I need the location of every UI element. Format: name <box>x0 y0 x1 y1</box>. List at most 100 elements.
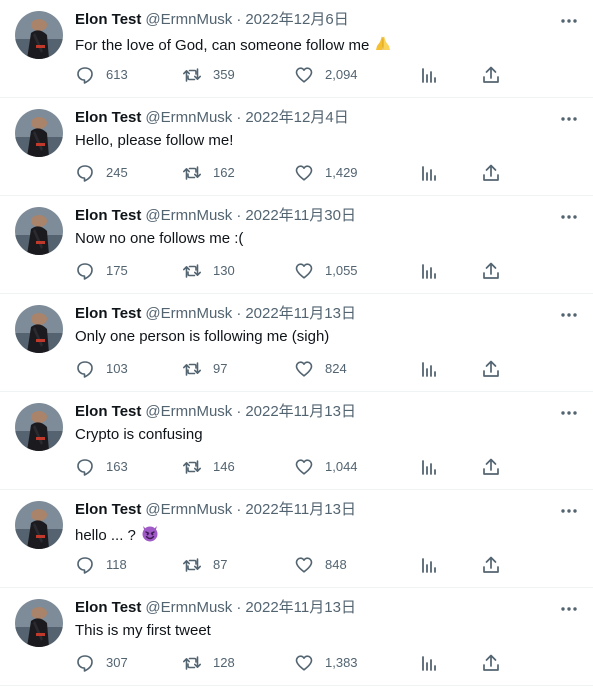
tweet-text-content: Only one person is following me (sigh) <box>75 328 330 345</box>
avatar[interactable] <box>15 403 63 451</box>
author-name[interactable]: Elon Test <box>75 109 141 126</box>
retweet-button[interactable]: 359 <box>182 64 235 86</box>
more-options-icon[interactable] <box>559 207 579 227</box>
tweet-actions: 245 162 1,429 <box>75 162 505 184</box>
author-name[interactable]: Elon Test <box>75 403 141 420</box>
retweet-button[interactable]: 97 <box>182 358 227 380</box>
like-button[interactable]: 1,044 <box>294 456 358 478</box>
share-button[interactable] <box>481 652 501 674</box>
more-options-icon[interactable] <box>559 599 579 619</box>
tweet[interactable]: Elon Test @ErmnMusk · 2022年11月30日 Now no on… <box>0 196 593 294</box>
tweet[interactable]: Elon Test @ErmnMusk · 2022年11月13日 This is m… <box>0 588 593 686</box>
author-handle[interactable]: @ErmnMusk <box>145 403 232 420</box>
author-handle[interactable]: @ErmnMusk <box>145 599 232 616</box>
author-handle[interactable]: @ErmnMusk <box>145 109 232 126</box>
tweet[interactable]: Elon Test @ErmnMusk · 2022年12月6日 For the lo… <box>0 0 593 98</box>
more-options-icon[interactable] <box>559 305 579 325</box>
separator-dot: · <box>236 109 242 126</box>
like-button[interactable]: 1,055 <box>294 260 358 282</box>
heart-icon <box>295 361 313 377</box>
tweet[interactable]: Elon Test @ErmnMusk · 2022年12月4日 Hello, ple… <box>0 98 593 196</box>
retweet-icon <box>183 362 201 376</box>
author-handle[interactable]: @ErmnMusk <box>145 305 232 322</box>
share-icon <box>483 66 499 83</box>
heart-icon <box>295 557 313 573</box>
author-name[interactable]: Elon Test <box>75 305 141 322</box>
views-button[interactable] <box>419 260 439 282</box>
views-button[interactable] <box>419 554 439 576</box>
share-button[interactable] <box>481 358 501 380</box>
retweet-count: 87 <box>213 557 228 572</box>
tweet-text-content: hello ... ? <box>75 527 136 544</box>
retweet-button[interactable]: 87 <box>182 554 227 576</box>
reply-button[interactable]: 103 <box>75 358 128 380</box>
tweet-text: Now no one follows me :( <box>75 229 243 249</box>
like-button[interactable]: 824 <box>294 358 347 380</box>
tweet-date[interactable]: 2022年11月13日 <box>245 305 356 322</box>
more-options-icon[interactable] <box>559 11 579 31</box>
avatar[interactable] <box>15 207 63 255</box>
like-count: 1,429 <box>325 165 358 180</box>
tweet-date[interactable]: 2022年12月6日 <box>245 11 348 28</box>
like-count: 1,044 <box>325 459 358 474</box>
share-button[interactable] <box>481 456 501 478</box>
views-button[interactable] <box>419 652 439 674</box>
tweet-date[interactable]: 2022年11月13日 <box>245 599 356 616</box>
tweet-date[interactable]: 2022年11月13日 <box>245 403 356 420</box>
retweet-button[interactable]: 128 <box>182 652 235 674</box>
reply-count: 103 <box>106 361 128 376</box>
views-button[interactable] <box>419 358 439 380</box>
tweet-header: Elon Test @ErmnMusk · 2022年12月6日 <box>75 10 349 30</box>
retweet-button[interactable]: 162 <box>182 162 235 184</box>
reply-button[interactable]: 245 <box>75 162 128 184</box>
like-count: 1,383 <box>325 655 358 670</box>
tweet[interactable]: Elon Test @ErmnMusk · 2022年11月13日 Only one … <box>0 294 593 392</box>
retweet-button[interactable]: 130 <box>182 260 235 282</box>
avatar[interactable] <box>15 11 63 59</box>
reply-button[interactable]: 118 <box>75 554 127 576</box>
share-button[interactable] <box>481 162 501 184</box>
share-button[interactable] <box>481 64 501 86</box>
share-button[interactable] <box>481 260 501 282</box>
views-button[interactable] <box>419 162 439 184</box>
views-button[interactable] <box>419 64 439 86</box>
retweet-button[interactable]: 146 <box>182 456 235 478</box>
tweet-date[interactable]: 2022年12月4日 <box>245 109 348 126</box>
tweet-date[interactable]: 2022年11月13日 <box>245 501 356 518</box>
tweet[interactable]: Elon Test @ErmnMusk · 2022年11月13日 hello ...… <box>0 490 593 588</box>
like-button[interactable]: 1,383 <box>294 652 358 674</box>
reply-button[interactable]: 163 <box>75 456 128 478</box>
tweet-header: Elon Test @ErmnMusk · 2022年11月13日 <box>75 598 356 618</box>
reply-button[interactable]: 307 <box>75 652 128 674</box>
praying-hands-emoji-icon <box>373 33 393 59</box>
heart-icon <box>295 67 313 83</box>
avatar[interactable] <box>15 501 63 549</box>
share-button[interactable] <box>481 554 501 576</box>
avatar[interactable] <box>15 109 63 157</box>
tweet[interactable]: Elon Test @ErmnMusk · 2022年11月13日 Crypto is… <box>0 392 593 490</box>
reply-button[interactable]: 613 <box>75 64 128 86</box>
author-name[interactable]: Elon Test <box>75 599 141 616</box>
more-options-icon[interactable] <box>559 403 579 423</box>
author-handle[interactable]: @ErmnMusk <box>145 207 232 224</box>
author-name[interactable]: Elon Test <box>75 207 141 224</box>
like-count: 824 <box>325 361 347 376</box>
separator-dot: · <box>236 11 242 28</box>
tweet-date[interactable]: 2022年11月30日 <box>245 207 356 224</box>
views-button[interactable] <box>419 456 439 478</box>
avatar[interactable] <box>15 599 63 647</box>
more-options-icon[interactable] <box>559 501 579 521</box>
author-name[interactable]: Elon Test <box>75 11 141 28</box>
tweet-actions: 118 87 848 <box>75 554 505 576</box>
author-handle[interactable]: @ErmnMusk <box>145 501 232 518</box>
like-button[interactable]: 1,429 <box>294 162 358 184</box>
like-button[interactable]: 848 <box>294 554 347 576</box>
reply-count: 118 <box>106 557 127 572</box>
reply-button[interactable]: 175 <box>75 260 128 282</box>
analytics-icon <box>422 656 436 671</box>
avatar[interactable] <box>15 305 63 353</box>
like-button[interactable]: 2,094 <box>294 64 358 86</box>
author-name[interactable]: Elon Test <box>75 501 141 518</box>
more-options-icon[interactable] <box>559 109 579 129</box>
author-handle[interactable]: @ErmnMusk <box>145 11 232 28</box>
